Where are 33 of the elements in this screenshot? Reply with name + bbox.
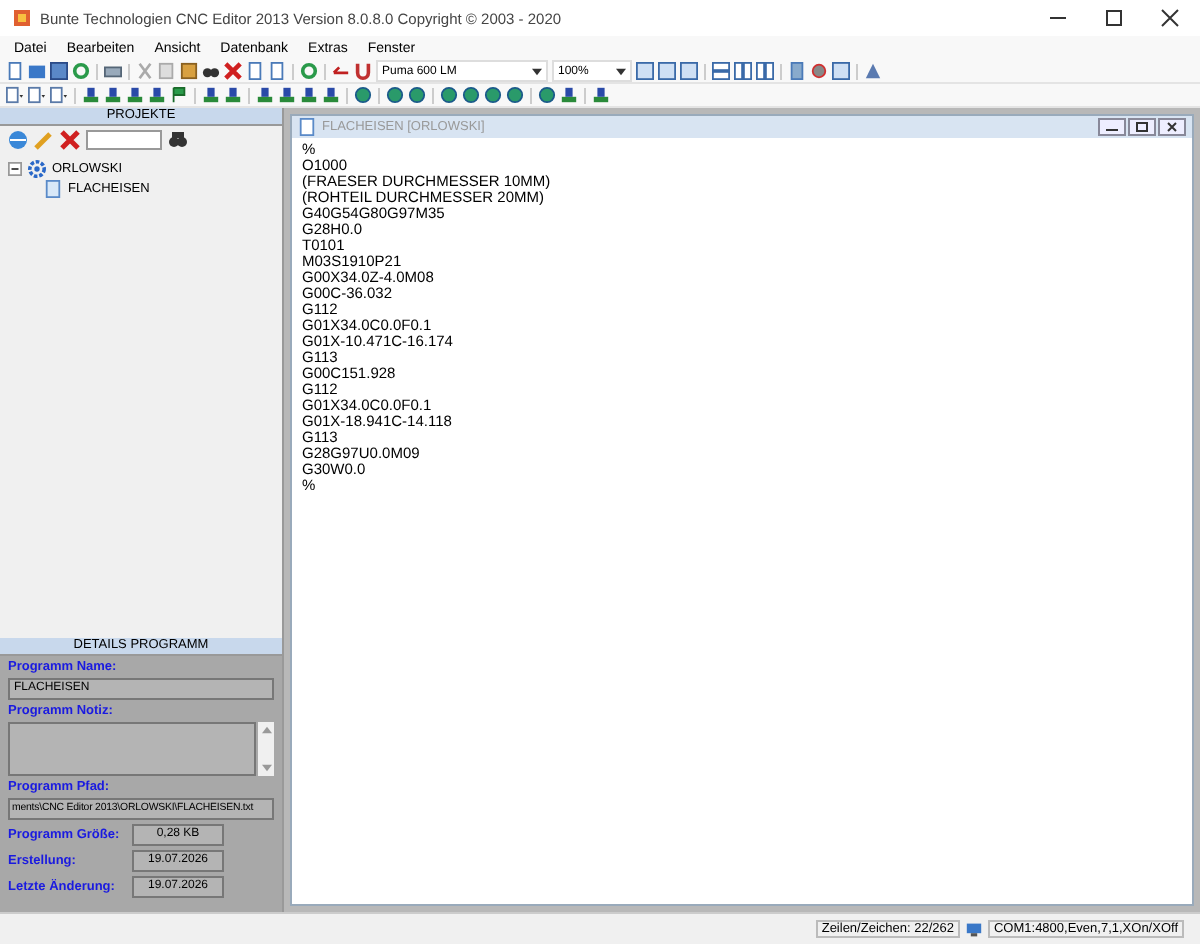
dropdown-icon[interactable] <box>50 86 68 104</box>
expander-toggle[interactable] <box>8 161 22 175</box>
delete-icon[interactable] <box>60 130 80 150</box>
close-icon[interactable] <box>1158 118 1186 136</box>
ring-icon[interactable] <box>810 62 828 80</box>
dropdown-icon[interactable] <box>6 86 24 104</box>
magnet-icon[interactable] <box>354 62 372 80</box>
delete-icon[interactable] <box>224 62 242 80</box>
dropdown-icon[interactable] <box>28 86 46 104</box>
window-icon[interactable] <box>832 62 850 80</box>
caret-icon <box>532 67 542 75</box>
arrow-icon[interactable] <box>332 62 350 80</box>
document-icon[interactable] <box>788 62 806 80</box>
refresh-icon[interactable] <box>72 62 90 80</box>
window-icon[interactable] <box>680 62 698 80</box>
search-field[interactable] <box>86 130 162 150</box>
flag-icon[interactable] <box>170 86 188 104</box>
app-icon <box>12 8 32 28</box>
binoculars-icon[interactable] <box>168 130 188 150</box>
binoculars-icon[interactable] <box>202 62 220 80</box>
close-icon[interactable] <box>1160 8 1180 28</box>
document-icon[interactable] <box>6 62 24 80</box>
maximize-icon[interactable] <box>1104 8 1124 28</box>
caret-icon <box>616 67 626 75</box>
document-icon <box>44 179 62 197</box>
rows-icon[interactable] <box>712 62 730 80</box>
columns-icon[interactable] <box>734 62 752 80</box>
note-field[interactable] <box>8 722 256 776</box>
minimize-icon[interactable] <box>1098 118 1126 136</box>
gear-icon <box>28 159 46 177</box>
refresh-icon[interactable] <box>300 62 318 80</box>
maximize-icon[interactable] <box>1128 118 1156 136</box>
monitor-icon <box>965 921 982 937</box>
